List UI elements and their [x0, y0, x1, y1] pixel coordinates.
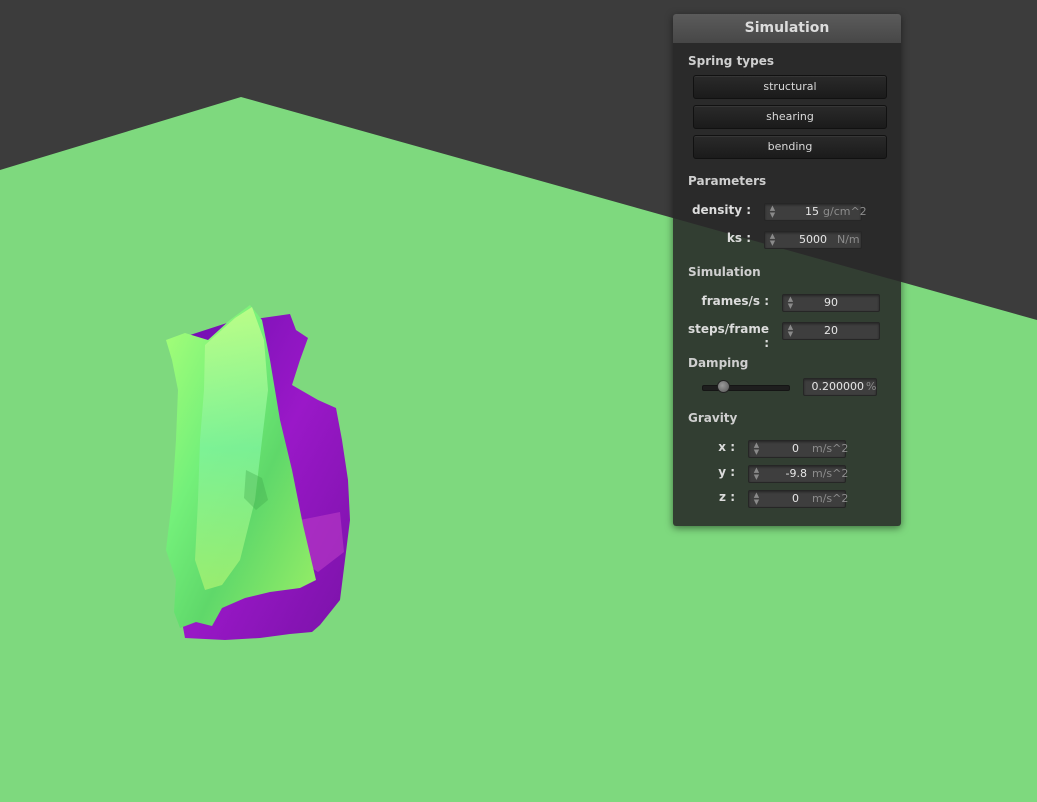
density-value: 15 [805, 205, 819, 218]
shearing-button[interactable]: shearing [693, 105, 887, 129]
steps-value: 20 [824, 324, 838, 337]
damping-value: 0.200000 [811, 380, 865, 393]
ks-value: 5000 [799, 233, 827, 246]
gravity-x-label: x : [718, 440, 735, 454]
spring-types-heading: Spring types [688, 54, 775, 68]
gravity-z-value: 0 [792, 492, 799, 505]
density-unit: g/cm^2 [823, 205, 867, 218]
gravity-z-label: z : [719, 490, 735, 504]
spinner-icon[interactable]: ▲ ▼ [769, 205, 776, 219]
parameters-heading: Parameters [688, 174, 767, 188]
panel-title[interactable]: Simulation [673, 14, 901, 44]
bending-button[interactable]: bending [693, 135, 887, 159]
gravity-y-unit: m/s^2 [812, 467, 849, 480]
gravity-x-value: 0 [792, 442, 799, 455]
steps-label: steps/frame : [687, 322, 769, 350]
spinner-icon[interactable]: ▲ ▼ [769, 233, 776, 247]
spinner-icon[interactable]: ▲ ▼ [787, 296, 794, 310]
gravity-y-field[interactable]: ▲ ▼ -9.8 m/s^2 [748, 465, 849, 483]
spinner-icon[interactable]: ▲ ▼ [787, 324, 794, 338]
spinner-icon[interactable]: ▲ ▼ [753, 442, 760, 456]
spinner-icon[interactable]: ▲ ▼ [753, 492, 760, 506]
structural-button[interactable]: structural [693, 75, 887, 99]
steps-field[interactable]: ▲ ▼ 20 [782, 322, 880, 340]
simulation-panel: Simulation Spring types structural shear… [673, 14, 901, 526]
density-field[interactable]: ▲ ▼ 15 g/cm^2 [764, 203, 867, 221]
gravity-y-value: -9.8 [785, 467, 807, 480]
damping-unit: % [866, 380, 877, 393]
ks-unit: N/m [837, 233, 860, 246]
damping-slider-handle[interactable] [717, 380, 730, 393]
gravity-heading: Gravity [688, 411, 738, 425]
gravity-z-field[interactable]: ▲ ▼ 0 m/s^2 [748, 490, 849, 508]
fps-field[interactable]: ▲ ▼ 90 [782, 294, 880, 312]
density-label: density : [691, 203, 751, 217]
damping-field[interactable]: 0.200000 % [803, 378, 877, 396]
simulation-heading: Simulation [688, 265, 761, 279]
ks-field[interactable]: ▲ ▼ 5000 N/m [764, 231, 862, 249]
ks-label: ks : [726, 231, 751, 245]
gravity-x-field[interactable]: ▲ ▼ 0 m/s^2 [748, 440, 849, 458]
gravity-x-unit: m/s^2 [812, 442, 849, 455]
spinner-icon[interactable]: ▲ ▼ [753, 467, 760, 481]
gravity-z-unit: m/s^2 [812, 492, 849, 505]
damping-heading: Damping [688, 356, 749, 370]
fps-label: frames/s : [701, 294, 769, 308]
fps-value: 90 [824, 296, 838, 309]
damping-slider-track[interactable] [702, 385, 790, 391]
gravity-y-label: y : [718, 465, 735, 479]
